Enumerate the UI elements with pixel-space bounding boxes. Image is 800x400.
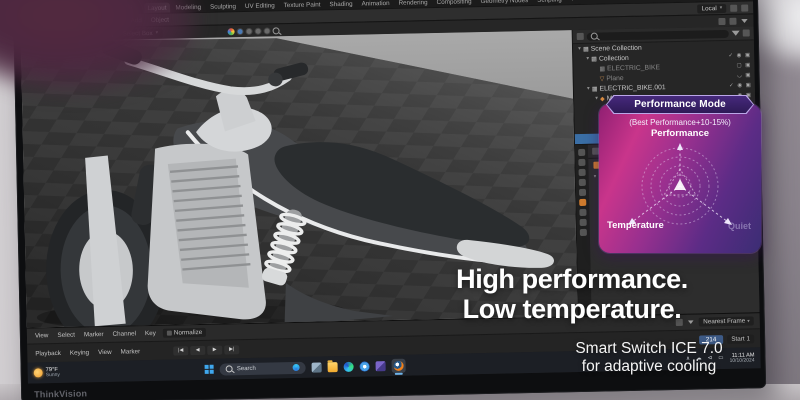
headline-line-2: Low temperature. (462, 294, 682, 325)
monitor-brand-logo: ThinkVision (34, 388, 88, 400)
timeline-menu-item[interactable]: Channel (110, 330, 138, 338)
visibility-icons[interactable]: ◡ ▣ (737, 72, 752, 78)
object-type-icon: ▦ (599, 65, 606, 73)
blender-app-active[interactable] (391, 358, 406, 373)
timeline-menu-item[interactable]: Select (55, 332, 77, 339)
task-view-icon[interactable] (311, 361, 322, 373)
properties-tab-tool[interactable] (578, 148, 586, 157)
performance-mode-card: Performance Mode (Best Performance+10-15… (599, 95, 761, 253)
properties-tab-modifiers[interactable] (579, 208, 587, 217)
playback-menu-item[interactable]: View (96, 348, 114, 355)
transport-button[interactable]: ▶ (207, 345, 223, 355)
transport-button[interactable]: ◀ (190, 345, 206, 355)
properties-tab-world[interactable] (578, 188, 587, 197)
sun-icon (33, 368, 43, 378)
shading-solid-icon[interactable] (236, 27, 244, 35)
edge-browser-icon[interactable] (343, 361, 354, 372)
transport-controls: |◀ ◀ ▶ ▶| (173, 344, 240, 356)
object-type-icon: ▽ (599, 75, 605, 83)
new-collection-icon[interactable] (742, 29, 750, 37)
visibility-icons[interactable]: ✓ ◉ ▣ (728, 52, 751, 58)
chevron-down-icon: ▾ (747, 317, 750, 325)
blender-app-icon (393, 360, 404, 371)
snap-magnet-icon[interactable] (730, 4, 738, 12)
stage: FileEditRenderWindowHelp LayoutModelingS… (0, 0, 800, 400)
visibility-icons[interactable]: ✓ ◉ ▣ (729, 82, 752, 88)
weather-widget[interactable]: 79°F Sunny (33, 367, 60, 379)
search-icon (225, 365, 233, 373)
filter-icon[interactable] (741, 18, 748, 23)
search-placeholder: Search (236, 365, 256, 372)
timeline-menu-item[interactable]: Key (143, 330, 158, 337)
office-app-icon[interactable] (375, 360, 386, 371)
windows-start-button[interactable] (204, 364, 214, 374)
playback-menus: Playback Keying View Marker (33, 348, 142, 357)
proportional-edit-icon[interactable] (741, 3, 749, 12)
material-preview-icon[interactable] (227, 27, 235, 35)
shading-material-icon[interactable] (254, 27, 262, 35)
radar-svg (628, 143, 732, 225)
properties-tab-render[interactable] (578, 158, 586, 167)
object-type-icon: ▦ (582, 46, 589, 53)
timeline-menus: View Select Marker Channel Key (33, 330, 158, 340)
shading-rendered-icon[interactable] (263, 26, 271, 35)
radar-chart: Temperature Quiet (599, 139, 761, 231)
radar-axis-temperature: Temperature (607, 220, 664, 231)
headline: High performance. Low temperature. (404, 264, 740, 324)
file-explorer-icon[interactable] (327, 361, 338, 372)
playback-menu-item[interactable]: Playback (33, 349, 63, 357)
display-mode-icon[interactable] (576, 32, 584, 41)
weather-condition: Sunny (45, 371, 60, 379)
headline-line-1: High performance. (456, 264, 688, 294)
card-title: Performance Mode (607, 96, 753, 113)
card-banner: Performance Mode (606, 95, 754, 114)
properties-tab-object[interactable] (579, 198, 587, 207)
orientation-dropdown[interactable]: Local ▾ (697, 3, 727, 14)
visibility-icons[interactable]: ▢ ▣ (736, 62, 751, 68)
outliner-search[interactable] (586, 29, 729, 41)
taskbar-search[interactable]: Search (219, 361, 306, 376)
transport-button[interactable]: |◀ (173, 345, 189, 356)
radar-axis-performance: Performance (650, 128, 710, 139)
timeline-menu-item[interactable]: View (33, 332, 51, 339)
playback-menu-item[interactable]: Marker (119, 348, 143, 355)
subheadline: Smart Switch ICE 7.0 for adaptive coolin… (496, 340, 800, 376)
search-icon (590, 32, 598, 40)
properties-tab-scene[interactable] (578, 178, 586, 187)
normalize-label: Normalize (173, 328, 203, 337)
properties-tab-physics[interactable] (579, 218, 587, 227)
photos-app-icon[interactable] (359, 360, 370, 372)
radar-axis-quiet: Quiet (727, 221, 751, 231)
card-subtitle: (Best Performance+10-15%) (629, 118, 731, 127)
orientation-label: Local (701, 4, 717, 12)
subheadline-line-2: for adaptive cooling (581, 358, 717, 376)
object-type-icon: ▦ (591, 56, 597, 63)
bing-icon (292, 363, 300, 372)
overlays-icon[interactable] (718, 17, 726, 25)
properties-tab-output[interactable] (578, 168, 586, 177)
search-icon[interactable] (272, 26, 280, 34)
normalize-icon (166, 330, 172, 336)
filter-icon[interactable] (731, 30, 740, 36)
shading-wireframe-icon[interactable] (245, 27, 253, 35)
playback-menu-item[interactable]: Keying (68, 349, 91, 356)
chevron-down-icon: ▾ (593, 173, 597, 180)
object-type-icon: ◆ (600, 95, 605, 103)
object-type-icon: ▦ (591, 86, 598, 93)
transport-button[interactable]: ▶| (224, 344, 240, 354)
subheadline-line-1: Smart Switch ICE 7.0 (575, 340, 723, 357)
chevron-down-icon: ▾ (719, 4, 723, 12)
timeline-menu-item[interactable]: Marker (82, 331, 106, 338)
properties-tab-data[interactable] (579, 228, 587, 237)
normalize-toggle[interactable]: Normalize (162, 327, 207, 338)
gizmos-icon[interactable] (729, 17, 737, 25)
